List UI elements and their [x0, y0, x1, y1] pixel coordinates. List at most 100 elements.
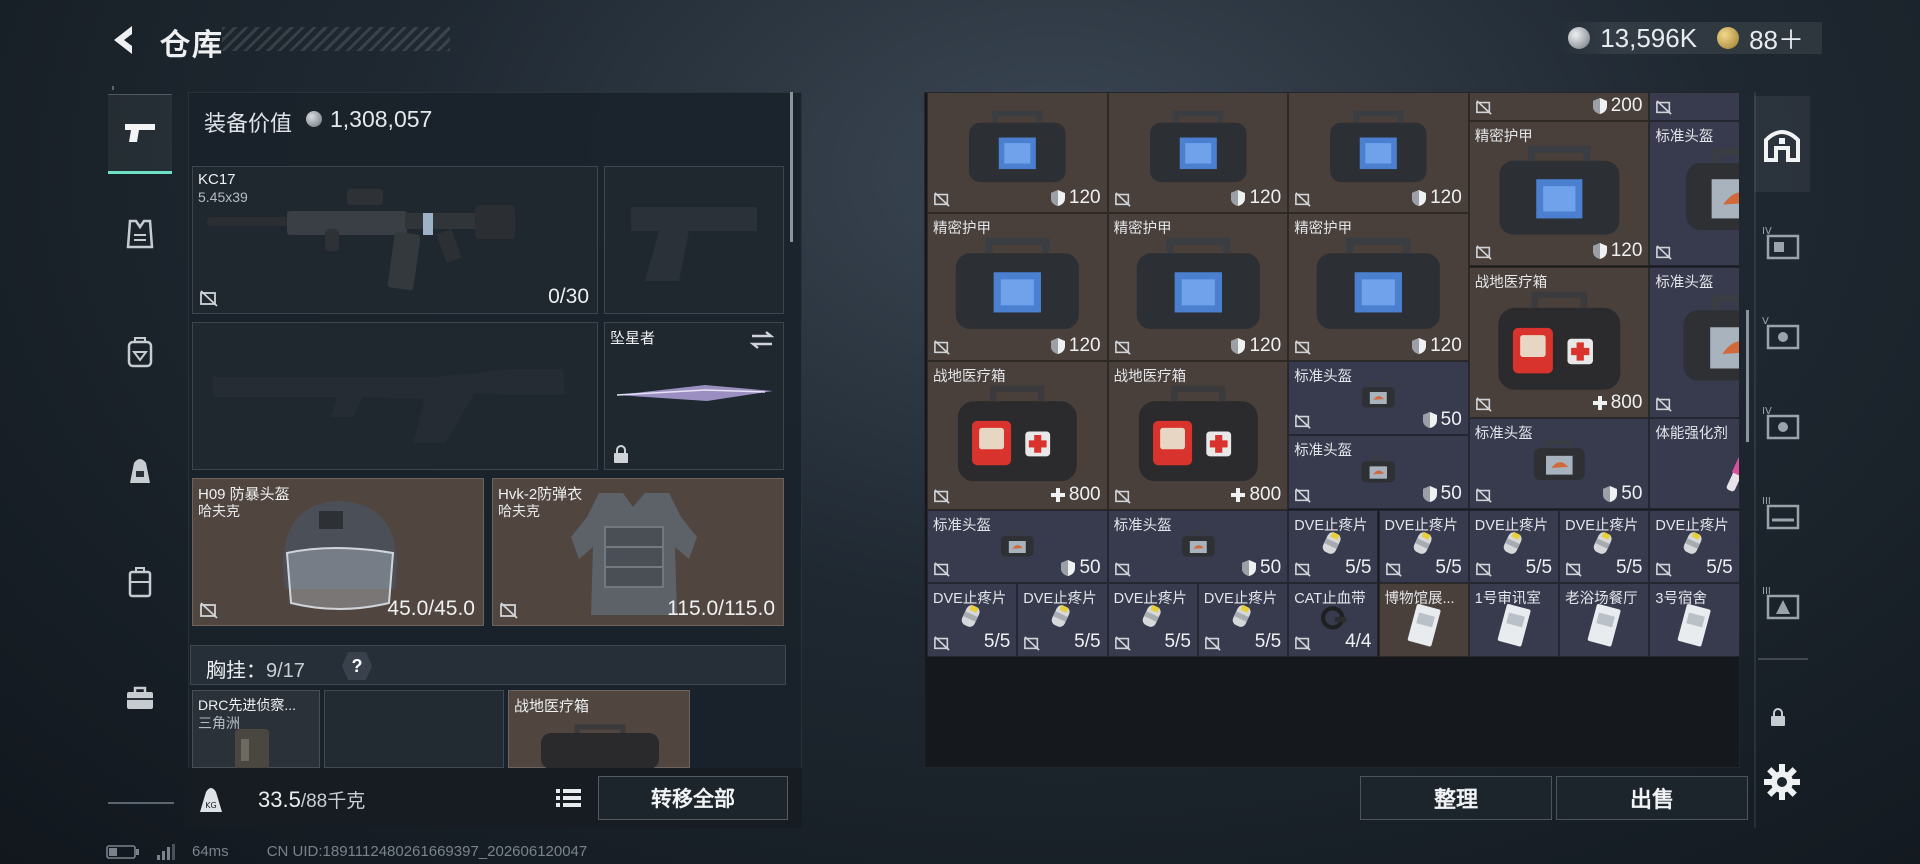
no-insure-icon	[1295, 191, 1311, 207]
no-insure-icon	[1475, 396, 1492, 412]
storage-item[interactable]: 战地医疗箱 800	[1107, 361, 1289, 510]
shield-icon	[1050, 338, 1065, 354]
nav-case[interactable]	[108, 542, 172, 622]
chest-item-slot[interactable]: 战地医疗箱	[508, 690, 690, 769]
storage-tab-5[interactable]: V	[1754, 292, 1810, 372]
no-insure-icon	[1295, 636, 1311, 651]
storage-item[interactable]: DVE止疼片 5/5	[1649, 509, 1739, 584]
storage-item[interactable]: 精密护甲 120	[927, 212, 1108, 361]
shield-icon	[1422, 486, 1437, 503]
storage-item-value: 5/5	[1435, 557, 1461, 579]
secondary-weapon-slot[interactable]	[192, 322, 598, 470]
nav-weapons[interactable]	[108, 94, 172, 174]
nav-backpack[interactable]	[108, 312, 172, 392]
storage-tab-3b[interactable]: III	[1754, 562, 1810, 642]
armor-slot[interactable]: Hvk-2防弹衣 哈夫克 115.0/115.0	[492, 478, 784, 626]
storage-item-value-text: 5/5	[1706, 557, 1733, 579]
storage-scrollbar[interactable]	[1746, 310, 1749, 442]
swap-icon[interactable]	[749, 329, 775, 351]
no-insure-icon	[1114, 191, 1131, 207]
melee-slot[interactable]: 坠星者	[604, 322, 784, 470]
keycard-icon	[1386, 602, 1462, 650]
transfer-all-button[interactable]: 转移全部	[598, 776, 788, 820]
storage-item[interactable]: 标准头盔50	[1288, 361, 1469, 435]
storage-item[interactable]: 3号宿舍	[1649, 583, 1739, 658]
chest-item-slot[interactable]: DRC先进侦察... 三角洲	[192, 690, 320, 769]
storage-item[interactable]: 120	[1107, 93, 1289, 213]
storage-item[interactable]: 精密护甲 120	[1107, 212, 1289, 361]
storage-item-value-text: 5/5	[1254, 631, 1282, 653]
storage-item[interactable]: 标准头盔50	[1107, 509, 1289, 584]
storage-item[interactable]: DVE止疼片 5/5	[1017, 583, 1108, 658]
helmet-bag-icon	[1664, 140, 1739, 244]
storage-item[interactable]: 50	[1649, 93, 1739, 121]
storage-grid: 12012012020050精密护甲120标准头盔50精密护甲120精密护甲12…	[924, 92, 1740, 768]
sort-button[interactable]: 整理	[1360, 776, 1552, 820]
storage-item[interactable]: 战地医疗箱 800	[1468, 266, 1650, 418]
list-view-button[interactable]	[552, 784, 584, 812]
pistol-slot[interactable]	[604, 166, 784, 314]
storage-item-value-text: 5/5	[1074, 631, 1101, 653]
storage-tab-home[interactable]	[1754, 96, 1810, 192]
storage-item[interactable]: 精密护甲 120	[1468, 120, 1650, 267]
storage-item[interactable]: CAT止血带 4/4	[1288, 583, 1379, 658]
gold-coin-icon	[1717, 27, 1740, 49]
nav-briefcase[interactable]	[108, 658, 172, 738]
storage-tab-4[interactable]: IV	[1754, 202, 1810, 282]
storage-item[interactable]: DVE止疼片 5/5	[1468, 509, 1560, 584]
settings-button[interactable]	[1762, 762, 1802, 802]
storage-item[interactable]: DVE止疼片 5/5	[927, 583, 1018, 658]
storage-item[interactable]: 老浴场餐厅	[1559, 583, 1650, 658]
storage-item[interactable]: 标准头盔50	[927, 509, 1108, 584]
no-insure-icon	[1475, 562, 1492, 577]
storage-item[interactable]: 精密护甲 120	[1288, 212, 1469, 361]
shelf-iii-b-icon: III	[1762, 586, 1800, 620]
storage-item-name: CAT止血带	[1294, 591, 1366, 608]
nav-armor[interactable]	[108, 194, 172, 274]
helmet-icon	[283, 501, 397, 610]
page-title: 仓库	[160, 29, 224, 62]
storage-item-value-text: 4/4	[1345, 631, 1372, 653]
gold-amount[interactable]: 88＋	[1749, 20, 1804, 57]
storage-item-value-text: 5/5	[983, 631, 1011, 653]
helmet-slot[interactable]: H09 防暴头盔 哈夫克 45.0/45.0	[192, 478, 484, 626]
no-insure-icon	[1385, 562, 1402, 577]
silver-amount: 13,596K	[1600, 22, 1698, 53]
storage-item[interactable]: 战地医疗箱 800	[927, 361, 1108, 510]
primary-weapon-slot[interactable]: KC17 5.45x39 0/30	[192, 166, 598, 314]
sell-button[interactable]: 出售	[1556, 776, 1748, 820]
vest-icon	[126, 219, 154, 249]
storage-item-value-text: 120	[1610, 240, 1643, 262]
storage-item[interactable]: 120	[1288, 93, 1469, 213]
case-icon	[128, 567, 152, 598]
storage-item[interactable]: DVE止疼片 5/5	[1197, 583, 1289, 658]
rifle-icon	[207, 189, 515, 291]
rig-icon	[235, 729, 269, 769]
storage-tab-4b[interactable]: IV	[1754, 382, 1810, 462]
storage-item[interactable]: 体能强化剂	[1649, 417, 1739, 510]
nav-pouch[interactable]	[108, 430, 172, 510]
chest-rig-help-button[interactable]: ?	[342, 652, 372, 680]
storage-item-value: 4/4	[1345, 631, 1371, 653]
storage-item[interactable]: 标准头盔50	[1468, 417, 1650, 510]
storage-item[interactable]: 120	[927, 93, 1108, 213]
storage-item[interactable]: DVE止疼片 5/5	[1288, 509, 1379, 584]
equipment-value: 1,308,057	[330, 106, 433, 132]
storage-item[interactable]: 标准头盔50	[1649, 266, 1739, 418]
storage-item-name: 1号审讯室	[1474, 591, 1541, 608]
storage-item[interactable]: 博物馆展...	[1378, 583, 1469, 658]
storage-item[interactable]: 标准头盔50	[1288, 434, 1469, 510]
storage-item[interactable]: 200	[1468, 93, 1650, 121]
storage-item[interactable]: 标准头盔50	[1649, 120, 1739, 267]
equipment-scrollbar[interactable]	[790, 92, 793, 242]
back-button[interactable]	[104, 20, 144, 60]
chest-item-slot[interactable]	[324, 690, 504, 768]
left-nav	[108, 86, 174, 806]
storage-item[interactable]: DVE止疼片 5/5	[1378, 509, 1469, 584]
rifle-silhouette-icon	[213, 369, 565, 443]
storage-item[interactable]: DVE止疼片 5/5	[1107, 583, 1198, 658]
carry-weight: 33.5/88千克	[258, 786, 365, 813]
storage-item[interactable]: 1号审讯室	[1468, 583, 1560, 658]
storage-item[interactable]: DVE止疼片 5/5	[1559, 509, 1650, 584]
storage-tab-3[interactable]: III	[1754, 472, 1810, 552]
